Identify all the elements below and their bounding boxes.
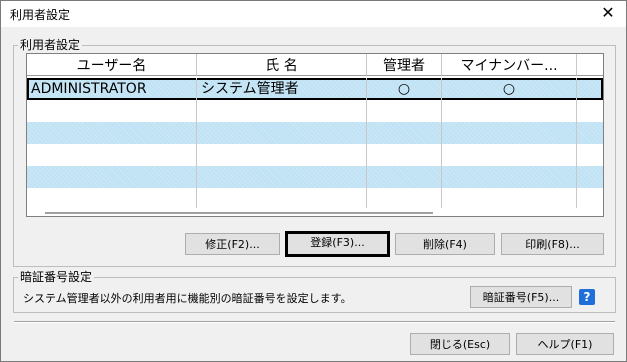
help-icon[interactable]: ? [579,289,595,305]
window-title: 利用者設定 [10,8,71,22]
table-header: ユーザー名 氏 名 管理者 マイナンバー... [27,54,603,76]
user-table[interactable]: ユーザー名 氏 名 管理者 マイナンバー... ADMINISTRATOR シス… [26,53,604,217]
close-button[interactable]: 閉じる(Esc) [410,333,510,355]
cell-name: システム管理者 [197,78,367,100]
table-row[interactable] [27,188,603,208]
edit-button[interactable]: 修正(F2)... [185,233,280,255]
table-row[interactable] [27,122,603,144]
dialog-window: 利用者設定 ✕ 利用者設定 ユーザー名 氏 名 管理者 マイナンバー... AD… [0,0,627,362]
table-row[interactable] [27,144,603,166]
footer-separator [14,321,615,323]
column-header-filler [577,54,603,76]
table-row[interactable] [27,166,603,188]
column-header-admin[interactable]: 管理者 [367,54,442,76]
close-icon[interactable]: ✕ [598,3,618,23]
delete-button[interactable]: 削除(F4) [395,233,495,255]
title-bar: 利用者設定 ✕ [1,1,626,27]
horizontal-scrollbar[interactable] [45,212,433,214]
cell-username: ADMINISTRATOR [27,78,197,100]
cell-mynumber: ○ [442,78,577,100]
table-row[interactable] [27,100,603,122]
help-button[interactable]: ヘルプ(F1) [516,333,614,355]
print-button[interactable]: 印刷(F8)... [501,233,604,255]
column-header-mynumber[interactable]: マイナンバー... [442,54,577,76]
cell-admin: ○ [367,78,442,100]
register-button[interactable]: 登録(F3)... [285,231,390,257]
pin-settings-description: システム管理者以外の利用者用に機能別の暗証番号を設定します。 [23,292,352,305]
column-header-username[interactable]: ユーザー名 [27,54,197,76]
column-header-name[interactable]: 氏 名 [197,54,367,76]
pin-button[interactable]: 暗証番号(F5)... [470,286,572,308]
table-row[interactable]: ADMINISTRATOR システム管理者 ○ ○ [27,78,603,100]
user-settings-legend: 利用者設定 [18,38,83,52]
pin-settings-legend: 暗証番号設定 [18,270,95,284]
